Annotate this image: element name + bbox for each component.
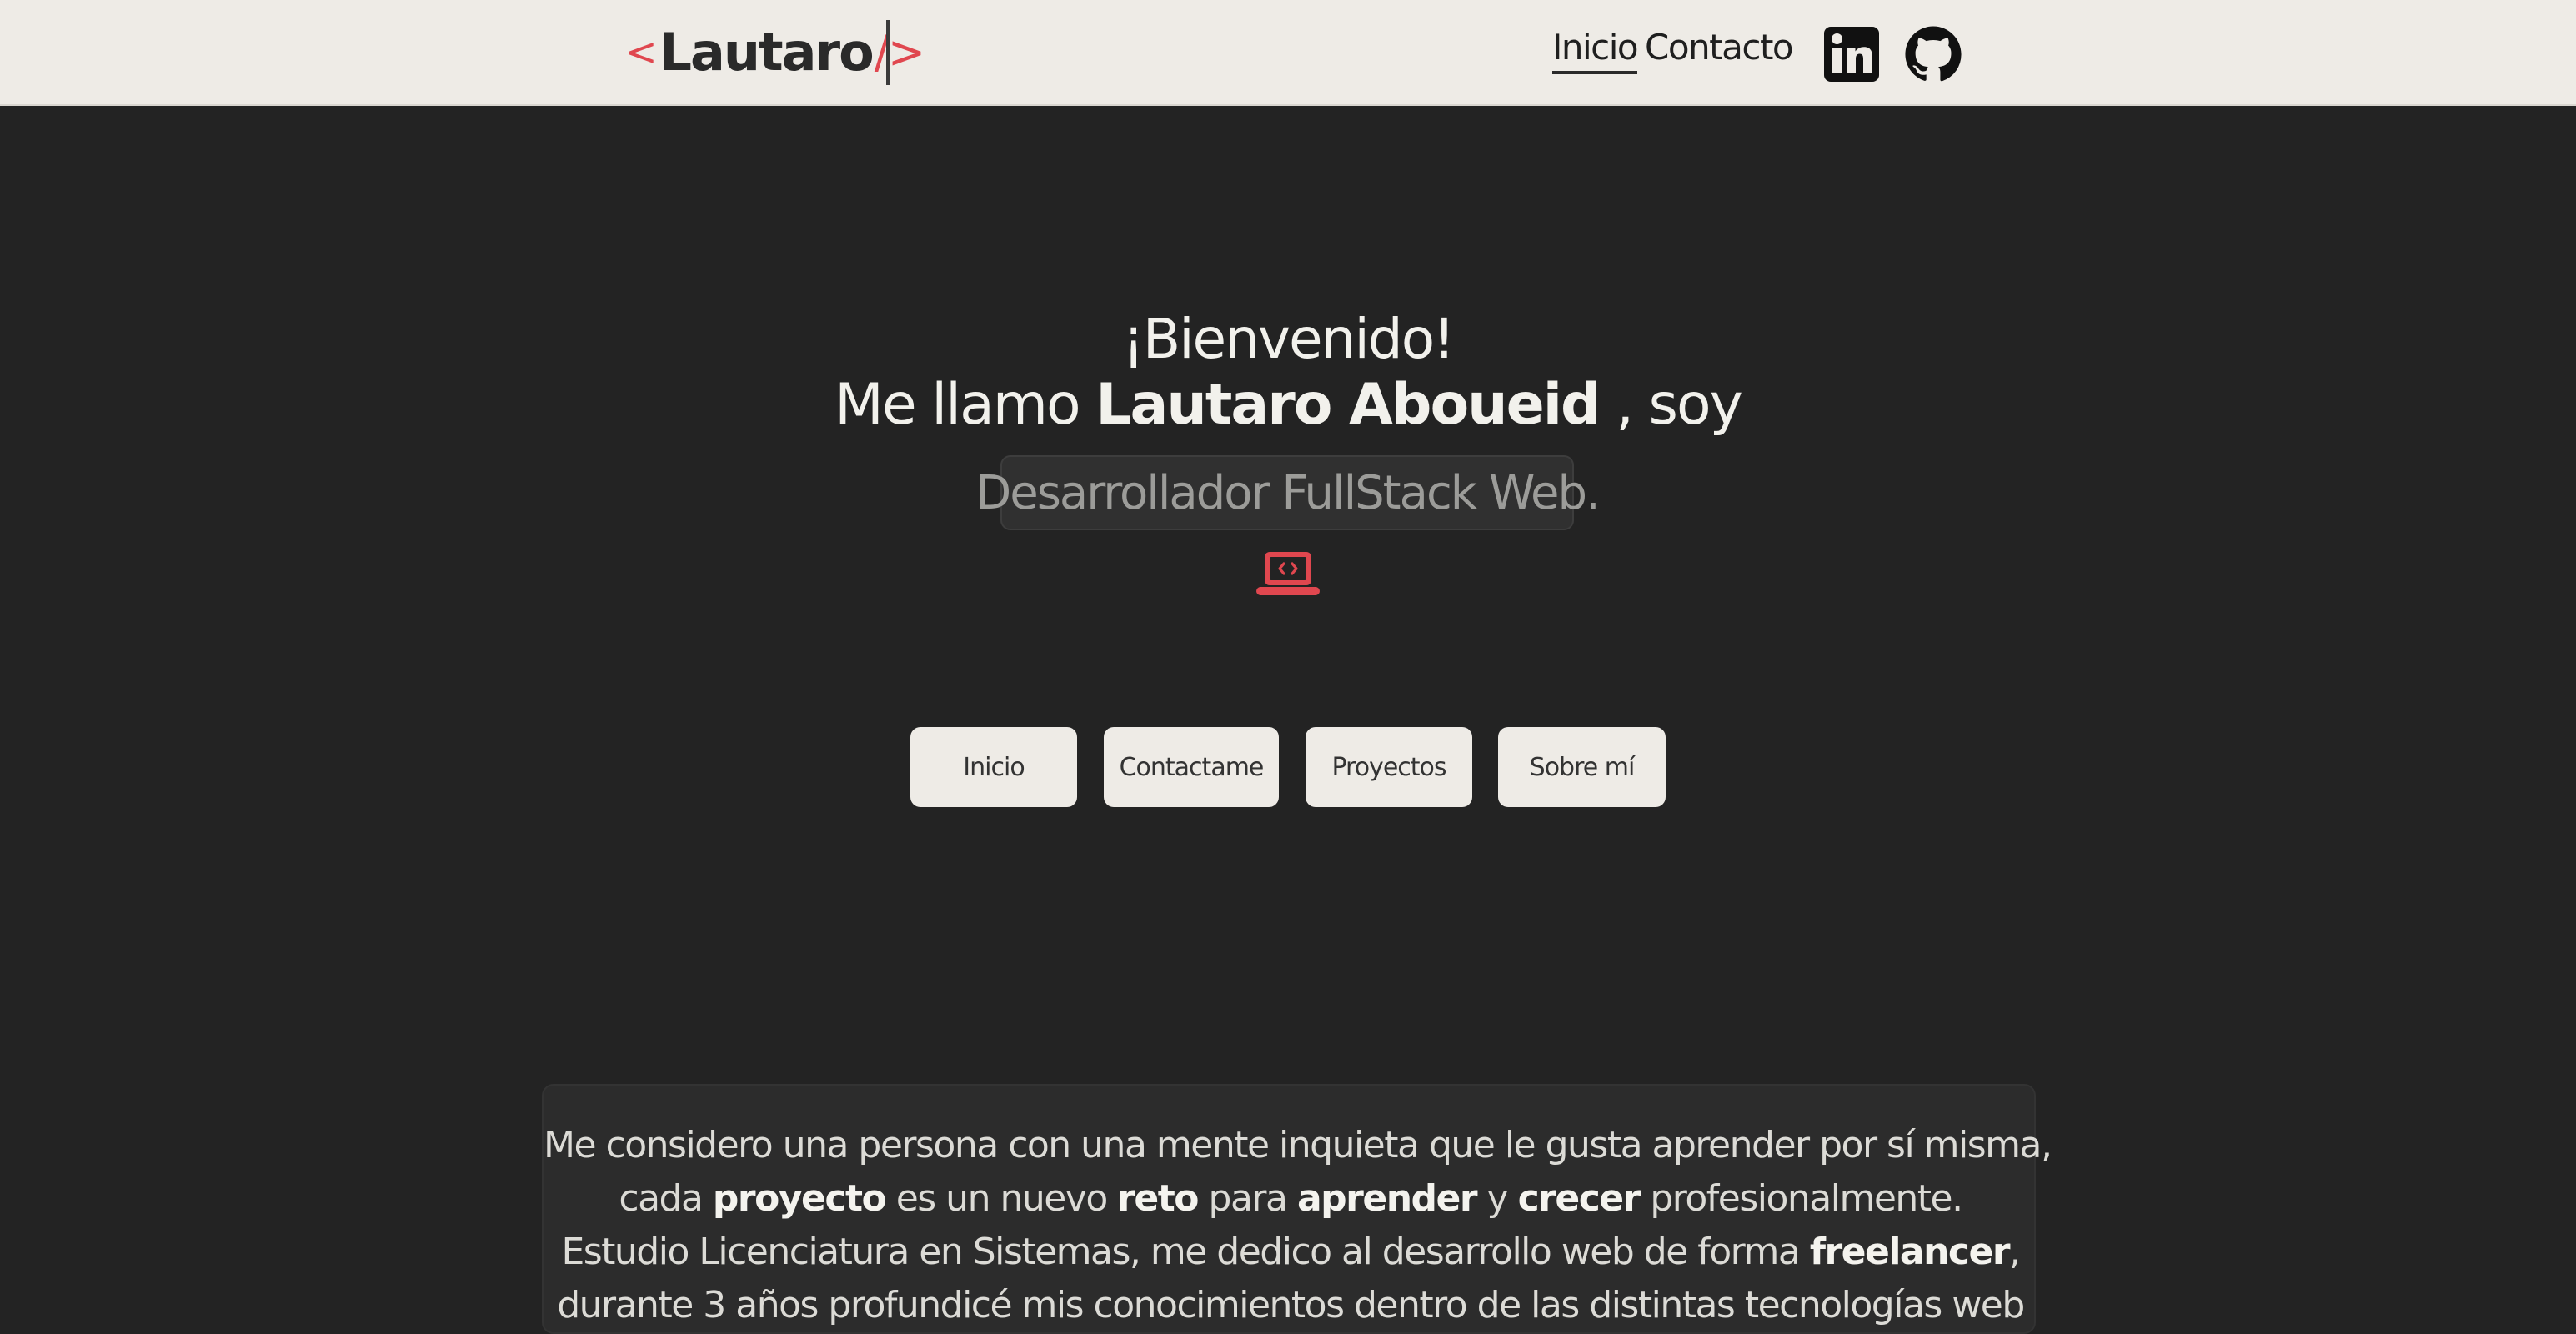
site-header: < Lautaro /> Inicio Contacto bbox=[0, 0, 2576, 106]
about-text: cada bbox=[619, 1177, 713, 1220]
about-highlight: aprender bbox=[1296, 1177, 1478, 1220]
about-text: es un nuevo bbox=[885, 1177, 1118, 1220]
intro-prefix: Me llamo bbox=[834, 372, 1096, 438]
nav-link-inicio[interactable]: Inicio bbox=[1552, 27, 1639, 74]
about-text: , bbox=[2009, 1231, 2021, 1273]
about-text: profesionalmente. bbox=[1639, 1177, 1963, 1220]
intro-suffix: , soy bbox=[1599, 372, 1743, 438]
about-line-3: Estudio Licenciatura en Sistemas, me ded… bbox=[544, 1231, 2037, 1273]
about-highlight: proyecto bbox=[712, 1177, 887, 1220]
inicio-button[interactable]: Inicio bbox=[910, 727, 1077, 807]
about-text: para bbox=[1198, 1177, 1297, 1220]
proyectos-button[interactable]: Proyectos bbox=[1306, 727, 1472, 807]
contactame-button[interactable]: Contactame bbox=[1104, 727, 1279, 807]
nav-link-contacto[interactable]: Contacto bbox=[1645, 27, 1794, 68]
about-text: y bbox=[1476, 1177, 1518, 1220]
github-icon[interactable] bbox=[1904, 25, 1962, 83]
linkedin-icon[interactable] bbox=[1822, 25, 1881, 83]
welcome-heading: ¡Bienvenido! bbox=[1122, 307, 1455, 371]
about-text: Estudio Licenciatura en Sistemas, me ded… bbox=[561, 1231, 1810, 1273]
role-typewriter: Desarrollador FullStack Web. bbox=[975, 455, 1601, 530]
about-highlight: reto bbox=[1117, 1177, 1199, 1220]
site-logo[interactable]: < Lautaro /> bbox=[625, 17, 925, 87]
sobre-mi-button[interactable]: Sobre mí bbox=[1498, 727, 1666, 807]
laptop-code-icon bbox=[1255, 549, 1321, 599]
about-card: Me considero una persona con una mente i… bbox=[542, 1084, 2052, 1334]
about-highlight: crecer bbox=[1517, 1177, 1641, 1220]
logo-name: Lautaro bbox=[659, 21, 875, 83]
about-line-1: Me considero una persona con una mente i… bbox=[544, 1124, 2052, 1166]
about-line-4: durante 3 años profundicé mis conocimien… bbox=[557, 1284, 2025, 1326]
logo-open-bracket: < bbox=[625, 29, 658, 74]
intro-name: Lautaro Aboueid bbox=[1095, 372, 1601, 438]
about-highlight: freelancer bbox=[1809, 1231, 2011, 1273]
logo-close-bracket: /> bbox=[874, 25, 925, 78]
about-line-2: cada proyecto es un nuevo reto para apre… bbox=[544, 1177, 2037, 1220]
intro-heading: Me llamo Lautaro Aboueid , soy bbox=[0, 372, 2576, 438]
typing-cursor bbox=[886, 20, 890, 85]
